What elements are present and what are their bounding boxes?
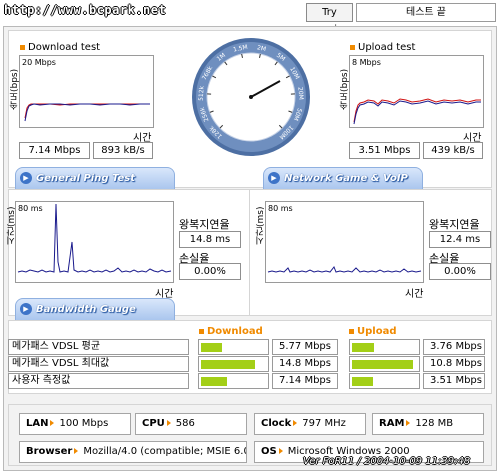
orange-marker-icon xyxy=(199,328,204,334)
cpu-label: CPU xyxy=(142,418,165,429)
general-rtt-label: 왕복지연율 xyxy=(179,218,230,231)
browser-value: Mozilla/4.0 (compatible; MSIE 6.0 xyxy=(83,446,247,457)
download-kbs-value: 893 kB/s xyxy=(93,142,153,159)
arrow-right-icon: ▶ xyxy=(268,172,280,184)
arrow-right-icon xyxy=(166,420,171,426)
game-loss-value: 0.00% xyxy=(429,263,491,280)
clock-value: 797 MHz xyxy=(302,418,346,429)
download-test-label: Download test xyxy=(28,42,101,53)
download-bar-value: 7.14 Mbps xyxy=(272,373,338,389)
arrow-right-icon xyxy=(74,448,79,454)
game-ping-x-label: 시간 xyxy=(405,289,424,300)
download-line-blue xyxy=(24,103,150,122)
general-ping-chart-svg xyxy=(17,203,172,273)
clock-info: Clock 797 MHz xyxy=(254,413,366,435)
download-test-title: Download test xyxy=(20,42,100,53)
cpu-value: 586 xyxy=(175,418,195,429)
tab-network-game[interactable]: ▶Network Game & VoIP Test xyxy=(263,167,423,205)
download-bar xyxy=(198,339,269,355)
general-loss-value: 0.00% xyxy=(179,263,241,280)
general-ping-chart: 80 ms xyxy=(15,201,174,283)
upload-bar xyxy=(349,356,420,372)
upload-line-blue xyxy=(353,100,481,125)
lan-label: LAN xyxy=(26,418,49,429)
browser-label: Browser xyxy=(26,446,73,457)
game-rtt-label: 왕복지연율 xyxy=(429,218,480,231)
ram-info: RAM 128 MB xyxy=(372,413,484,435)
upload-mbps-value: 3.51 Mbps xyxy=(349,142,420,159)
browser-info: Browser Mozilla/4.0 (compatible; MSIE 6.0 xyxy=(19,441,247,463)
upload-test-label: Upload test xyxy=(358,42,416,53)
upload-bar xyxy=(349,339,420,355)
site-url[interactable]: http://www.bcpark.net xyxy=(4,3,166,17)
orange-marker-icon xyxy=(20,44,25,50)
orange-marker-icon xyxy=(349,328,354,334)
ping-panel-divider xyxy=(249,189,250,316)
download-bar-value: 5.77 Mbps xyxy=(272,339,338,355)
upload-bar-value: 3.51 Mbps xyxy=(423,373,485,389)
upload-bar-fill xyxy=(352,377,373,386)
bandwidth-upload-header: Upload xyxy=(349,326,396,337)
game-ping-chart: 80 ms xyxy=(265,201,424,283)
upload-test-title: Upload test xyxy=(350,42,415,53)
speed-gauge: 128k 256k 512k 768k 1M 1.5M 2M 5M 10M 20M 50M 100M xyxy=(190,36,312,158)
upload-bar-value: 3.76 Mbps xyxy=(423,339,485,355)
gauge-tick-label: 20M xyxy=(296,87,304,100)
arrow-right-icon: ▶ xyxy=(20,303,32,315)
download-scale: 20 Mbps xyxy=(22,58,56,67)
upload-scale: 8 Mbps xyxy=(352,58,381,67)
arrow-right-icon xyxy=(50,420,55,426)
download-bar-fill xyxy=(201,343,222,352)
download-mbps-value: 7.14 Mbps xyxy=(19,142,90,159)
ram-label: RAM xyxy=(379,418,405,429)
upload-chart: 8 Mbps xyxy=(349,55,484,128)
version-timestamp: Ver FoR11 / 2004-10-09 11:39:48 xyxy=(303,456,471,467)
upload-bar-value: 10.8 Mbps xyxy=(423,356,485,372)
lan-info: LAN 100 Mbps xyxy=(19,413,131,435)
os-label: OS xyxy=(261,446,277,457)
orange-marker-icon xyxy=(350,44,355,50)
cpu-info: CPU 586 xyxy=(135,413,247,435)
bandwidth-row-label: 메가패스 VDSL 최대값 xyxy=(8,356,189,372)
download-bar xyxy=(198,356,269,372)
game-ping-chart-svg xyxy=(267,266,422,273)
ram-value: 128 MB xyxy=(415,418,454,429)
gauge-tick-label: 512k xyxy=(198,85,206,101)
upload-bar-fill xyxy=(352,343,374,352)
try-again-button[interactable]: Try again xyxy=(306,3,353,35)
bandwidth-row-label: 사용자 측정값 xyxy=(8,373,189,389)
arrow-right-icon xyxy=(278,448,283,454)
status-field: 테스트 끝 xyxy=(356,3,496,22)
tab-bandwidth-label: Bandwidth Gauge xyxy=(36,304,136,315)
speed-gauge-svg: 128k256k512k768k1M1.5M 2M5M10M20M50M100M xyxy=(192,38,310,156)
download-chart: 20 Mbps xyxy=(19,55,154,128)
bandwidth-row-label: 메가패스 VDSL 평균 xyxy=(8,339,189,355)
clock-label: Clock xyxy=(261,418,292,429)
bandwidth-download-header: Download xyxy=(199,326,263,337)
arrow-right-icon xyxy=(293,420,298,426)
upload-bar-fill xyxy=(352,360,413,369)
general-ping-scale: 80 ms xyxy=(18,204,43,213)
game-ping-line xyxy=(267,266,422,273)
download-bar xyxy=(198,373,269,389)
arrow-right-icon xyxy=(406,420,411,426)
tab-general-ping-label: General Ping Test xyxy=(36,173,136,184)
upload-kbs-value: 439 kB/s xyxy=(423,142,483,159)
lan-value: 100 Mbps xyxy=(59,418,109,429)
general-rtt-value: 14.8 ms xyxy=(179,231,241,248)
arrow-right-icon: ▶ xyxy=(20,172,32,184)
gauge-hub xyxy=(249,95,253,99)
download-bar-value: 14.8 Mbps xyxy=(272,356,338,372)
download-bar-fill xyxy=(201,377,227,386)
game-rtt-value: 12.4 ms xyxy=(429,231,491,248)
tab-bandwidth-gauge[interactable]: ▶ Bandwidth Gauge xyxy=(15,298,175,320)
download-line-red xyxy=(24,103,150,119)
upload-bar xyxy=(349,373,420,389)
game-ping-scale: 80 ms xyxy=(268,204,293,213)
download-bar-fill xyxy=(201,360,255,369)
tab-general-ping[interactable]: ▶ General Ping Test xyxy=(15,167,175,189)
general-ping-line xyxy=(17,203,172,273)
